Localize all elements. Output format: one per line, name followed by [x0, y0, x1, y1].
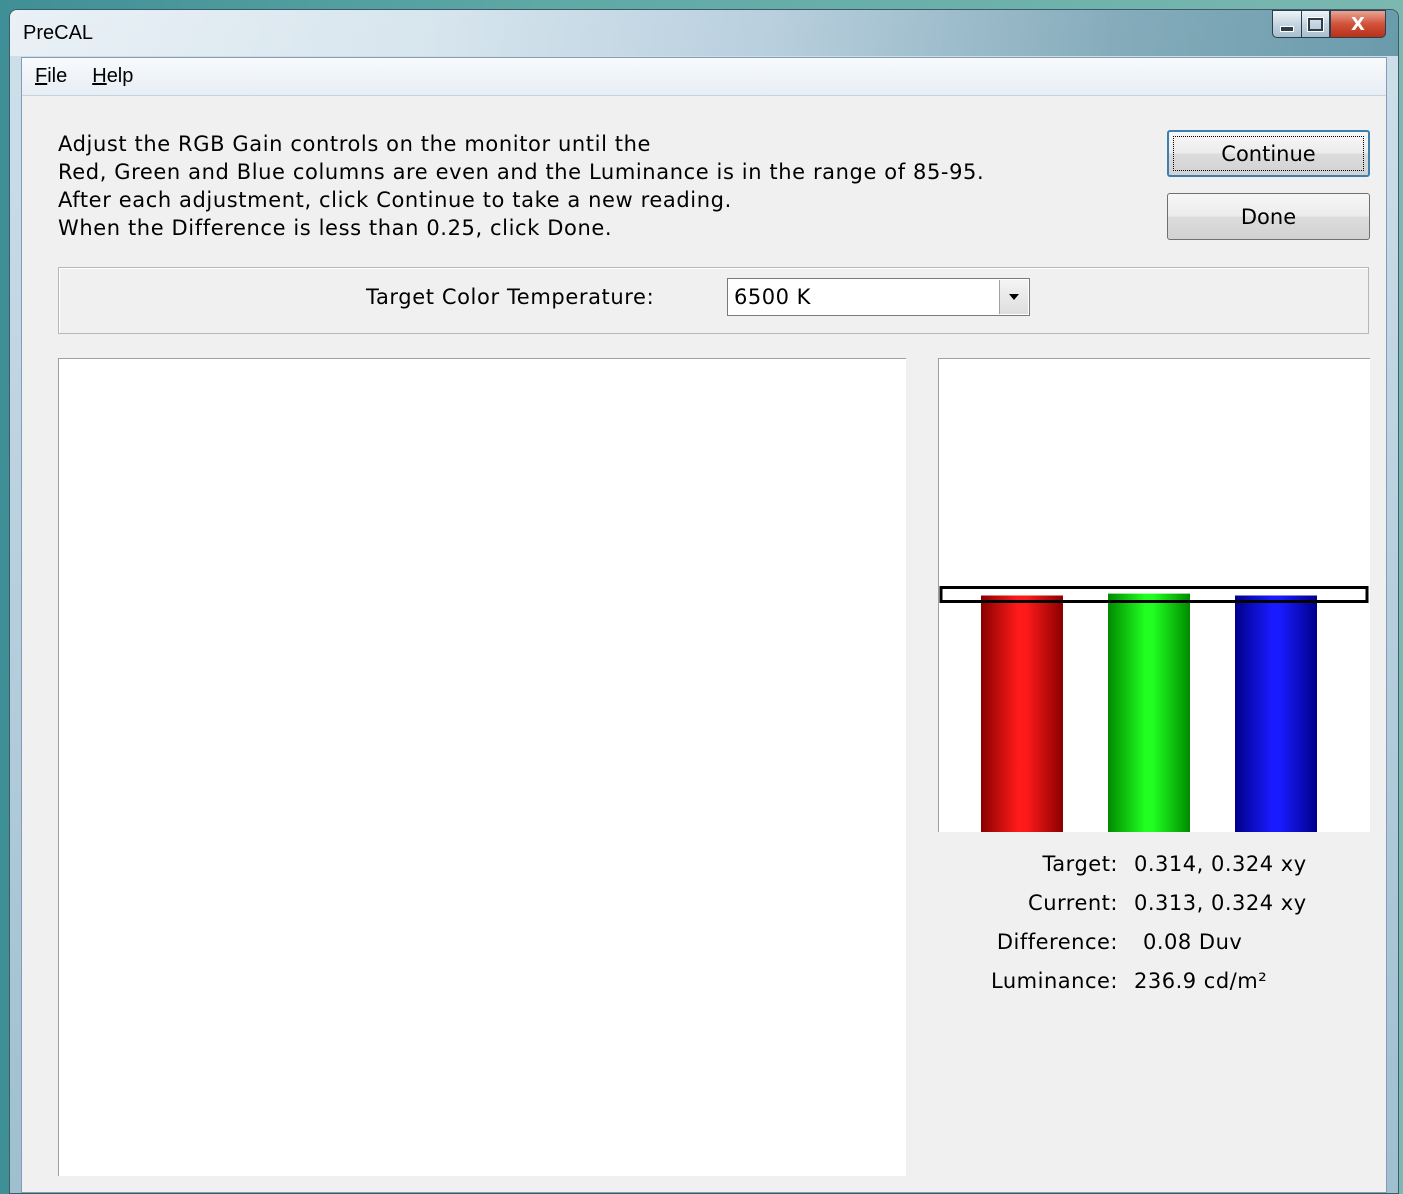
window-title: PreCAL — [23, 22, 94, 44]
window-controls: X — [1272, 10, 1386, 40]
readout-target-label: Target: — [1042, 852, 1118, 876]
instruction-line: After each adjustment, click Continue to… — [58, 188, 732, 212]
instructions-text: Adjust the RGB Gain controls on the moni… — [58, 130, 984, 242]
readout-target-value: 0.314, 0.324 xy — [1134, 852, 1307, 876]
minimize-icon — [1280, 26, 1294, 32]
rgb-balance-svg — [939, 586, 1369, 832]
readout-difference-value: 0.08 Duv — [1143, 930, 1243, 954]
title-bar[interactable]: PreCAL X — [10, 10, 1398, 56]
red-bar — [981, 595, 1063, 832]
blue-bar — [1235, 595, 1317, 832]
readout-current: Current: 0.313, 0.324 xy — [938, 887, 1370, 926]
done-button[interactable]: Done — [1167, 193, 1370, 240]
target-temperature-value: 6500 K — [734, 285, 811, 309]
target-temperature-label: Target Color Temperature: — [366, 285, 655, 309]
readout-current-value: 0.313, 0.324 xy — [1134, 891, 1307, 915]
close-icon: X — [1351, 13, 1365, 35]
maximize-icon — [1308, 17, 1323, 31]
dropdown-button[interactable] — [999, 280, 1028, 314]
focus-ring — [1173, 136, 1364, 171]
readout-current-label: Current: — [1028, 891, 1118, 915]
menu-file[interactable]: File — [22, 65, 79, 88]
menu-help[interactable]: Help — [79, 65, 145, 88]
maximize-button[interactable] — [1301, 10, 1330, 38]
client-area: File Help Adjust the RGB Gain controls o… — [21, 57, 1387, 1193]
green-bar — [1108, 593, 1190, 832]
menu-file-label: ile — [47, 65, 68, 87]
measurement-display-panel — [58, 358, 906, 1176]
continue-button[interactable]: Continue — [1167, 130, 1370, 177]
minimize-button[interactable] — [1272, 10, 1301, 38]
menu-help-label: elp — [106, 65, 134, 87]
readout-luminance: Luminance: 236.9 cd/m² — [938, 965, 1370, 1004]
done-button-label: Done — [1240, 204, 1297, 229]
menu-bar: File Help — [22, 58, 1386, 96]
readout-difference: Difference: 0.08 Duv — [938, 926, 1370, 965]
readout-luminance-value: 236.9 cd/m² — [1134, 969, 1268, 993]
readout-difference-label: Difference: — [996, 930, 1118, 954]
instruction-line: Adjust the RGB Gain controls on the moni… — [58, 132, 652, 156]
instruction-line: Red, Green and Blue columns are even and… — [58, 160, 985, 184]
target-temperature-group: Target Color Temperature: 6500 K — [58, 267, 1369, 334]
chevron-down-icon — [1009, 294, 1019, 300]
readout-luminance-label: Luminance: — [991, 969, 1118, 993]
menu-help-accelerator: H — [92, 65, 107, 87]
close-button[interactable]: X — [1330, 10, 1386, 38]
target-temperature-select[interactable]: 6500 K — [727, 278, 1030, 316]
readout-target: Target: 0.314, 0.324 xy — [938, 848, 1370, 887]
instruction-line: When the Difference is less than 0.25, c… — [58, 216, 613, 240]
precal-window: PreCAL X File Help Adjust the RGB Gain c… — [9, 9, 1399, 1194]
rgb-balance-chart — [938, 358, 1370, 832]
readouts-panel: Target: 0.314, 0.324 xy Current: 0.313, … — [938, 848, 1370, 1004]
menu-file-accelerator: F — [35, 65, 48, 87]
